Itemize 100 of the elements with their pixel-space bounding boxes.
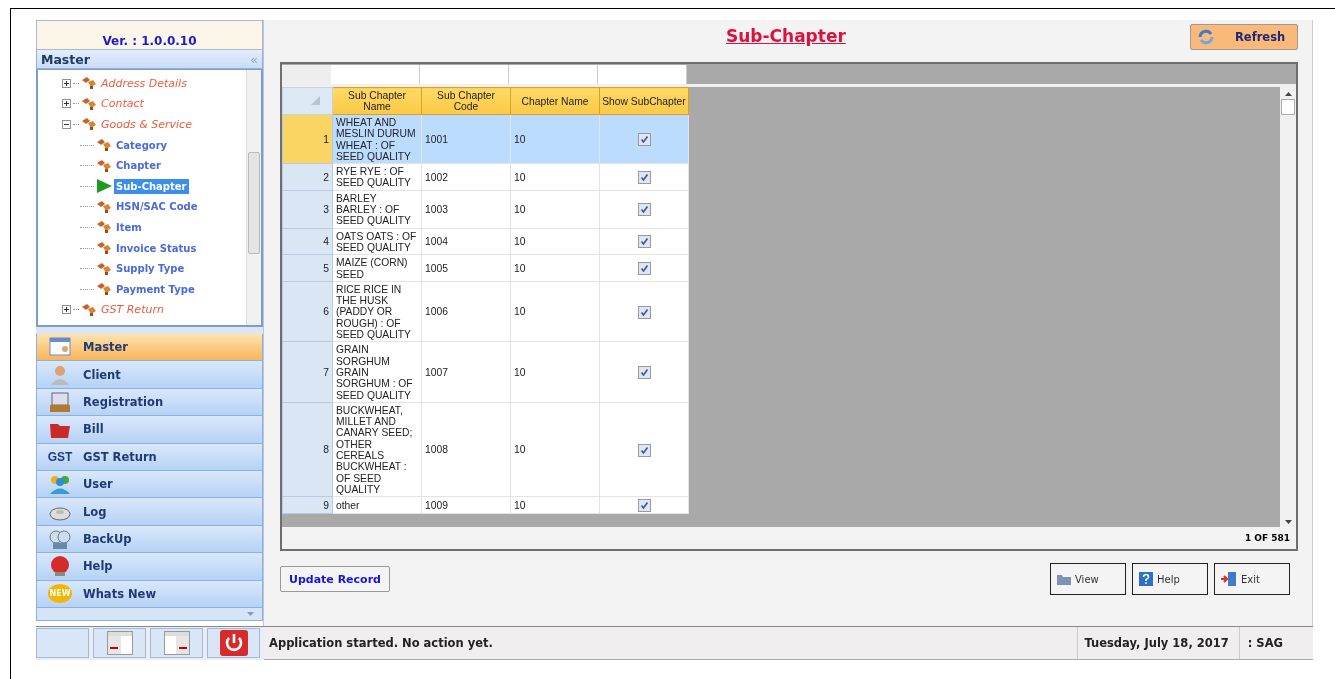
refresh-icon xyxy=(1197,29,1215,45)
checkbox[interactable] xyxy=(637,203,651,217)
table-cell: GRAIN SORGHUM GRAIN SORGHUM : OF SEED QUALITY xyxy=(332,341,422,403)
tree-item[interactable]: HSN/SAC Code xyxy=(114,199,200,215)
row-number: 5 xyxy=(282,254,333,282)
hierarchy-icon xyxy=(96,138,112,153)
toolbar-button[interactable] xyxy=(93,628,146,658)
column-header[interactable]: Show SubChapter xyxy=(599,87,689,115)
view-button[interactable]: View xyxy=(1050,563,1126,595)
table-cell: 10 xyxy=(510,114,600,164)
checkbox[interactable] xyxy=(637,235,651,249)
tree-item[interactable]: Payment Type xyxy=(114,281,197,297)
table-cell: 1006 xyxy=(421,281,511,342)
power-icon xyxy=(219,630,248,656)
hierarchy-icon xyxy=(96,241,112,256)
table-cell: RYE RYE : OF SEED QUALITY xyxy=(332,163,422,191)
nav-button[interactable]: Registration xyxy=(36,388,263,417)
table-cell: BARLEY BARLEY : OF SEED QUALITY xyxy=(332,190,422,229)
column-header[interactable]: Chapter Name xyxy=(510,87,600,115)
table-cell: 1003 xyxy=(421,190,511,229)
cash-register-icon xyxy=(47,390,73,413)
table-cell: 1005 xyxy=(421,254,511,282)
hierarchy-icon xyxy=(96,282,112,297)
table-cell: 1008 xyxy=(421,402,511,497)
checkbox[interactable] xyxy=(637,443,651,457)
checkbox[interactable] xyxy=(637,499,651,513)
table-row[interactable]: 3 BARLEY BARLEY : OF SEED QUALITY 1003 10 xyxy=(282,190,689,229)
table-row[interactable]: 7 GRAIN SORGHUM GRAIN SORGHUM : OF SEED QUALITY 1007 10 xyxy=(282,341,689,403)
table-row[interactable]: 6 RICE RICE IN THE HUSK (PADDY OR ROUGH) : OF SEED QUALITY 1006 10 xyxy=(282,281,689,342)
play-arrow-icon xyxy=(96,179,112,194)
row-number: 3 xyxy=(282,190,333,229)
row-number: 8 xyxy=(282,402,333,497)
update-record-button[interactable]: Update Record xyxy=(280,566,390,592)
checkbox[interactable] xyxy=(637,133,651,147)
nav-button[interactable]: User xyxy=(36,470,263,499)
row-number: 4 xyxy=(282,228,333,255)
hierarchy-icon xyxy=(81,96,97,111)
table-cell: 10 xyxy=(510,163,600,191)
checkbox[interactable] xyxy=(637,366,651,380)
text-logo-icon: GST xyxy=(47,445,73,468)
status-date: Tuesday, July 18, 2017 xyxy=(1077,627,1239,659)
nav-button[interactable]: GST GST Return xyxy=(36,443,263,471)
tree-item[interactable]: Invoice Status xyxy=(114,240,199,256)
hierarchy-icon xyxy=(96,158,112,173)
refresh-button[interactable]: Refresh xyxy=(1190,24,1298,50)
nav-button[interactable]: BackUp xyxy=(36,525,263,554)
hierarchy-icon xyxy=(96,261,112,276)
table-cell: 1002 xyxy=(421,163,511,191)
sort-corner-icon xyxy=(311,95,320,105)
scroll-up-icon[interactable] xyxy=(1284,92,1292,96)
table-cell: 1007 xyxy=(421,341,511,403)
checkbox[interactable] xyxy=(637,171,651,184)
hierarchy-icon xyxy=(81,76,97,91)
table-cell: 10 xyxy=(510,402,600,497)
tree-item[interactable]: Goods & Service xyxy=(99,116,194,133)
tree-item[interactable]: Address Details xyxy=(99,74,189,92)
column-header[interactable]: Sub Chapter Code xyxy=(421,87,511,115)
help-button[interactable]: Help xyxy=(1132,563,1208,595)
nav-button[interactable]: Bill xyxy=(36,416,263,444)
tree-item[interactable]: Chapter xyxy=(114,158,163,174)
nav-button[interactable]: NEW Whats New xyxy=(36,580,263,608)
nav-button[interactable]: Help xyxy=(36,553,263,581)
row-number: 6 xyxy=(282,281,333,342)
star-badge-icon: NEW xyxy=(47,582,73,605)
filter-field[interactable] xyxy=(331,65,420,84)
exit-door-icon xyxy=(1220,571,1238,587)
scroll-thumb[interactable] xyxy=(1281,99,1295,115)
tree-item[interactable]: Category xyxy=(114,137,170,153)
table-cell: RICE RICE IN THE HUSK (PADDY OR ROUGH) : OF SEED QUALITY xyxy=(332,281,422,342)
column-header[interactable]: Sub Chapter Name xyxy=(332,87,422,115)
expander-icon[interactable] xyxy=(62,120,71,129)
table-cell: MAIZE (CORN) SEED xyxy=(332,254,422,282)
table-cell: BUCKWHEAT, MILLET AND CANARY SEED; OTHER CEREALS BUCKWHEAT : OF SEED QUALITY xyxy=(332,402,422,497)
nav-button[interactable]: Log xyxy=(36,498,263,526)
checkbox[interactable] xyxy=(637,262,651,276)
expander-icon[interactable] xyxy=(62,99,71,109)
table-cell: OATS OATS : OF SEED QUALITY xyxy=(332,228,422,255)
panel-title: Master xyxy=(41,51,90,67)
hierarchy-icon xyxy=(96,220,112,235)
filter-field[interactable] xyxy=(509,65,598,84)
expander-icon[interactable] xyxy=(62,78,71,88)
toolbar-button[interactable] xyxy=(150,628,203,658)
page-title: Sub-Chapter xyxy=(726,26,846,46)
tree-item[interactable]: Item xyxy=(114,219,144,235)
tree-item[interactable]: Supply Type xyxy=(114,261,187,277)
list-card-icon xyxy=(47,336,73,359)
toolbar-button[interactable] xyxy=(207,628,260,658)
folder-icon xyxy=(1056,572,1072,586)
exit-button[interactable]: Exit xyxy=(1214,563,1290,595)
right-pane-layout-icon xyxy=(163,631,190,655)
filter-field[interactable] xyxy=(598,65,687,84)
scroll-down-icon[interactable] xyxy=(1284,520,1292,524)
nav-button[interactable]: Client xyxy=(36,361,263,389)
filter-field[interactable] xyxy=(420,65,509,84)
expander-icon[interactable] xyxy=(62,305,71,315)
status-user: : SAG xyxy=(1238,627,1297,659)
table-row[interactable]: 9 other 1009 10 xyxy=(282,496,689,514)
checkbox[interactable] xyxy=(637,305,651,319)
nav-button[interactable]: Master xyxy=(36,334,263,362)
table-cell: 10 xyxy=(510,281,600,342)
